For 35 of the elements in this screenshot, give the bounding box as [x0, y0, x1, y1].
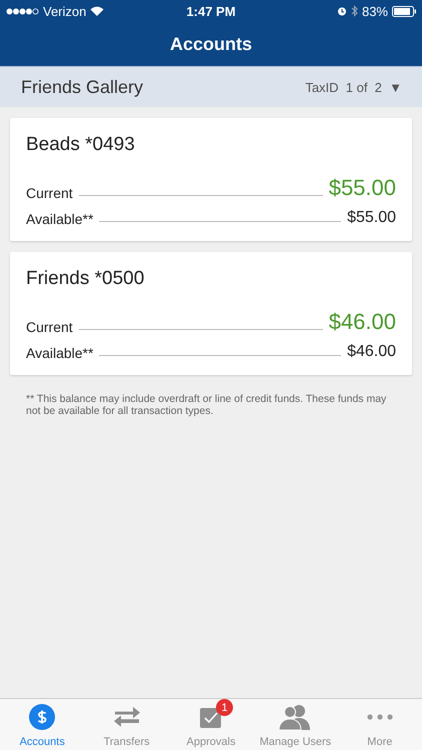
account-name: Beads *0493 [26, 134, 136, 156]
battery-percent: 83% [362, 4, 388, 18]
alarm-icon [336, 6, 347, 16]
signal-icon [6, 8, 39, 14]
bluetooth-icon [350, 5, 358, 17]
balance-label: Current [26, 319, 73, 335]
current-balance: $55.00 [328, 175, 396, 201]
more-icon [366, 714, 393, 720]
transfer-icon [112, 705, 141, 729]
available-balance: $55.00 [347, 209, 396, 227]
status-time: 1:47 PM [186, 4, 236, 18]
current-balance: $46.00 [328, 309, 396, 335]
battery-icon [392, 6, 416, 16]
balance-label: Available** [26, 211, 94, 227]
account-card[interactable]: Friends *0500 Current $46.00 Available** $46.00 [10, 252, 412, 375]
tab-item[interactable]: Manage Users [253, 699, 338, 750]
tab-item[interactable]: Accounts [0, 699, 84, 750]
screen-title: Accounts [170, 34, 252, 54]
balance-label: Current [26, 185, 73, 201]
users-icon [278, 704, 312, 730]
group-name: Friends Gallery [21, 76, 144, 98]
taxid-selector[interactable]: TaxID 1 of 2 ▼ [305, 80, 402, 94]
tab-item[interactable]: Transfers [84, 699, 169, 750]
carrier-name: Verizon [43, 4, 86, 18]
tab-item[interactable]: More [338, 699, 422, 750]
checkbox-icon [199, 705, 224, 729]
footnote-text: ** This balance may include overdraft or line of credit funds. These funds may not be available for all transaction types. [26, 393, 388, 417]
account-card[interactable]: Beads *0493 Current $55.00 Available** $55.00 [10, 118, 412, 241]
balance-label: Available** [26, 345, 94, 361]
dollar-icon [29, 704, 56, 730]
tab-item[interactable]: 1 Approvals [168, 699, 254, 750]
account-name: Friends *0500 [26, 268, 146, 290]
available-balance: $46.00 [347, 343, 396, 361]
wifi-icon [90, 6, 104, 16]
notification-badge: 1 [216, 699, 234, 716]
